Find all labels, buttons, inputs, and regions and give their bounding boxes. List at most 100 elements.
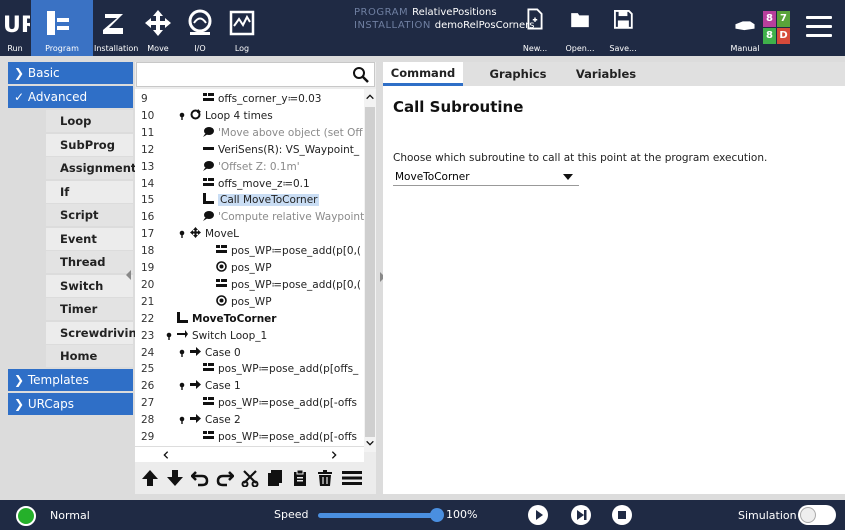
manual-mode-button[interactable]: Manual: [728, 0, 762, 56]
sidebar-item-subprog[interactable]: SubProg: [46, 133, 133, 156]
tree-row[interactable]: 24 Case 0: [135, 345, 364, 361]
tree-row[interactable]: 14 offs_move_z≔0.1: [135, 176, 364, 192]
tree-row[interactable]: 21 pos_WP: [135, 294, 364, 310]
sidebar-item-switch[interactable]: Switch: [46, 274, 133, 297]
copy-icon[interactable]: [266, 469, 284, 487]
subroutine-select[interactable]: MoveToCorner: [393, 168, 579, 186]
tree-row[interactable]: 29 pos_WP≔pose_add(p[-offs: [135, 429, 364, 445]
tree-node[interactable]: VeriSens(R): VS_Waypoint_: [203, 142, 359, 158]
tree-row[interactable]: 20 pos_WP≔pose_add(p[0,(: [135, 277, 364, 293]
tree-node[interactable]: pos_WP≔pose_add(p[0,(: [216, 277, 361, 293]
scroll-down-icon[interactable]: [365, 438, 375, 448]
tree-row[interactable]: 10 Loop 4 times: [135, 108, 364, 124]
tree-node[interactable]: offs_move_z≔0.1: [203, 176, 310, 192]
tree-node[interactable]: Switch Loop_1: [177, 328, 267, 344]
play-button[interactable]: [528, 505, 548, 525]
robot-status-indicator[interactable]: 8 7 8 D: [763, 11, 790, 45]
tab-command[interactable]: Command: [383, 62, 463, 86]
tree-node[interactable]: Loop 4 times: [190, 108, 273, 124]
simulation-toggle[interactable]: [798, 505, 836, 525]
sidebar-item-script[interactable]: Script: [46, 204, 133, 226]
tree-row[interactable]: 11 'Move above object (set Off: [135, 125, 364, 141]
move-up-icon[interactable]: [141, 469, 159, 487]
hamburger-menu-icon[interactable]: [806, 16, 832, 38]
tree-node[interactable]: pos_WP: [216, 260, 272, 276]
tree-node[interactable]: Case 1: [190, 378, 241, 394]
tree-node[interactable]: pos_WP≔pose_add(p[offs_: [203, 361, 358, 377]
tree-node[interactable]: pos_WP≔pose_add(p[-offs: [203, 429, 357, 445]
sidebar-item-assignment[interactable]: Assignment: [46, 157, 136, 179]
tree-row[interactable]: 17 MoveL: [135, 226, 364, 242]
scroll-up-icon[interactable]: [365, 92, 375, 102]
tree-row[interactable]: 23 Switch Loop_1: [135, 328, 364, 344]
suppress-icon[interactable]: [341, 469, 363, 487]
scrollbar-thumb[interactable]: [365, 107, 375, 437]
tree-search-input[interactable]: [136, 62, 375, 87]
tab-graphics[interactable]: Graphics: [473, 62, 563, 86]
speed-slider-handle[interactable]: [430, 508, 444, 522]
tree-node[interactable]: MoveL: [190, 226, 239, 242]
tree-row[interactable]: 22 MoveToCorner: [135, 311, 364, 327]
sidebar-item-event[interactable]: Event: [46, 227, 133, 250]
collapse-node-icon[interactable]: [178, 416, 186, 425]
sidebar-item-timer[interactable]: Timer: [46, 298, 133, 320]
log-tab-button[interactable]: Log: [224, 0, 260, 56]
search-icon[interactable]: [352, 66, 370, 84]
tree-row[interactable]: 25 pos_WP≔pose_add(p[offs_: [135, 361, 364, 377]
collapse-sidebar-icon[interactable]: [126, 270, 131, 280]
open-button[interactable]: Open...: [565, 0, 595, 56]
tree-node[interactable]: 'Offset Z: 0.1m': [203, 159, 300, 175]
sidebar-item-home[interactable]: Home: [46, 345, 133, 367]
paste-icon[interactable]: [291, 469, 309, 487]
installation-tab-button[interactable]: Installation: [94, 0, 138, 56]
tree-row[interactable]: 18 pos_WP≔pose_add(p[0,(: [135, 243, 364, 259]
tree-node[interactable]: 'Compute relative Waypoint: [203, 209, 364, 225]
tree-row[interactable]: 13 'Offset Z: 0.1m': [135, 159, 364, 175]
tree-node[interactable]: pos_WP≔pose_add(p[0,(: [216, 243, 361, 259]
power-button[interactable]: [16, 506, 36, 526]
tree-row[interactable]: 26 Case 1: [135, 378, 364, 394]
collapse-node-icon[interactable]: [178, 112, 186, 120]
collapse-node-icon[interactable]: [178, 382, 186, 391]
tree-node[interactable]: pos_WP≔pose_add(p[-offs: [203, 395, 357, 411]
stop-button[interactable]: [612, 505, 632, 525]
cut-icon[interactable]: [241, 469, 259, 487]
delete-icon[interactable]: [316, 469, 334, 487]
tree-row[interactable]: 27 pos_WP≔pose_add(p[-offs: [135, 395, 364, 411]
sidebar-item-loop[interactable]: Loop: [46, 110, 133, 132]
scroll-right-icon[interactable]: [329, 450, 339, 460]
tree-node[interactable]: pos_WP: [216, 294, 272, 310]
tree-node[interactable]: Call MoveToCorner: [203, 192, 320, 208]
sidebar-item-thread[interactable]: Thread: [46, 251, 133, 273]
scroll-left-icon[interactable]: [161, 450, 171, 460]
tree-node[interactable]: MoveToCorner: [177, 311, 276, 327]
sidebar-advanced-header[interactable]: ✓ Advanced: [8, 86, 133, 108]
tree-vertical-scrollbar[interactable]: [364, 89, 376, 452]
run-tab-button[interactable]: UR Run: [0, 0, 30, 56]
step-button[interactable]: [571, 505, 591, 525]
tree-row[interactable]: 12 VeriSens(R): VS_Waypoint_: [135, 142, 364, 158]
tree-node[interactable]: Case 0: [190, 345, 241, 361]
sidebar-item-screwdriving[interactable]: Screwdriving: [46, 321, 145, 344]
undo-icon[interactable]: [191, 469, 209, 487]
move-down-icon[interactable]: [166, 469, 184, 487]
collapse-node-icon[interactable]: [178, 230, 186, 239]
sidebar-item-if[interactable]: If: [46, 180, 133, 203]
tree-row[interactable]: 28 Case 2: [135, 412, 364, 428]
tree-node[interactable]: offs_corner_y≔0.03: [203, 91, 321, 107]
tree-node[interactable]: 'Move above object (set Off: [203, 125, 363, 141]
tree-row[interactable]: 15 Call MoveToCorner: [135, 192, 364, 208]
move-tab-button[interactable]: Move: [140, 0, 176, 56]
tree-row[interactable]: 16 'Compute relative Waypoint: [135, 209, 364, 225]
sidebar-urcaps-header[interactable]: ❯ URCaps: [8, 392, 133, 415]
collapse-node-icon[interactable]: [165, 332, 173, 340]
speed-slider-track[interactable]: [318, 513, 438, 518]
collapse-node-icon[interactable]: [178, 349, 186, 357]
tree-row[interactable]: 19 pos_WP: [135, 260, 364, 276]
program-tab-button[interactable]: Program: [31, 0, 93, 56]
tab-variables[interactable]: Variables: [561, 62, 651, 86]
tree-horizontal-scrollbar[interactable]: [135, 446, 364, 462]
tree-node[interactable]: Case 2: [190, 412, 241, 428]
new-button[interactable]: New...: [520, 0, 550, 56]
sidebar-templates-header[interactable]: ❯ Templates: [8, 368, 133, 391]
